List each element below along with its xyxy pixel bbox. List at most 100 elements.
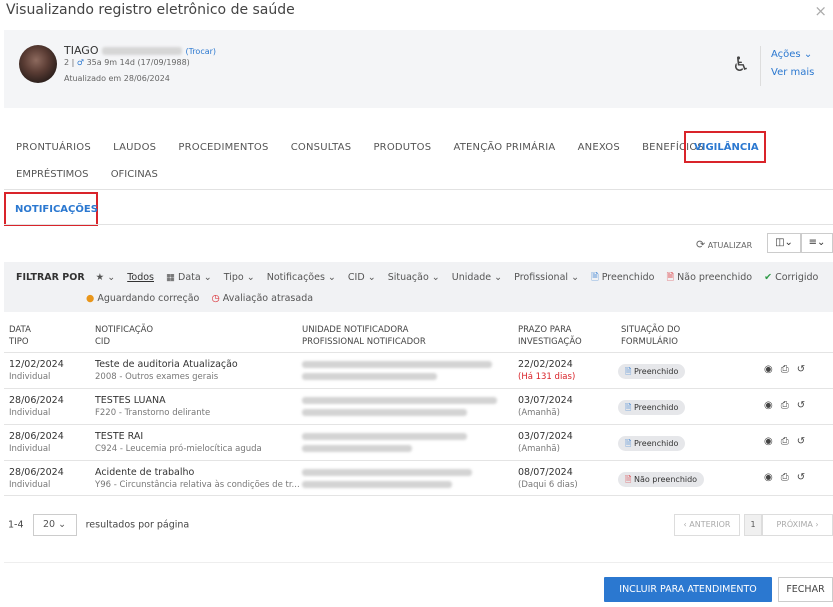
print-icon[interactable]: ⎙ xyxy=(781,436,797,447)
document-icon: 🗎 xyxy=(625,403,632,412)
view-toggle-button[interactable]: ◫⌄ xyxy=(767,233,801,253)
subtab-notificacoes[interactable]: NOTIFICAÇÕES xyxy=(15,204,98,215)
divider xyxy=(4,189,833,190)
next-page-button[interactable]: PRÓXIMA › xyxy=(762,514,833,536)
page-1-button[interactable]: 1 xyxy=(744,514,762,536)
header-notification: NOTIFICAÇÃO CID xyxy=(95,325,154,347)
redacted-unit xyxy=(302,361,492,368)
patient-updated: Atualizado em 28/06/2024 xyxy=(64,74,170,83)
header-date: DATA TIPO xyxy=(9,325,31,347)
list-menu-button[interactable]: ≡⌄ xyxy=(801,233,833,253)
patient-name: TIAGO (Trocar) xyxy=(64,44,217,57)
history-icon[interactable]: ↺ xyxy=(797,436,813,447)
table-row[interactable]: 28/06/2024 Individual TESTE RAI C924 - Leu… xyxy=(4,424,833,460)
filter-cid[interactable]: CID ⌄ xyxy=(348,272,376,283)
check-icon: ✔ xyxy=(764,272,773,283)
document-icon: 🗎 xyxy=(666,272,675,283)
main-tabs: PRONTUÁRIOS LAUDOS PROCEDIMENTOS CONSULT… xyxy=(16,142,723,153)
per-page-select[interactable]: 20 ⌄ xyxy=(32,514,77,536)
refresh-icon: ⟳ xyxy=(696,238,706,251)
redacted-surname xyxy=(102,47,183,55)
history-icon[interactable]: ↺ xyxy=(797,364,813,375)
document-icon: 🗎 xyxy=(625,367,632,376)
accessibility-icon: ♿ xyxy=(732,52,750,76)
header-unit: UNIDADE NOTIFICADORA PROFISSIONAL NOTIFIC… xyxy=(302,325,426,347)
tab-consultas[interactable]: CONSULTAS xyxy=(291,142,352,153)
table-row[interactable]: 28/06/2024 Individual TESTES LUANA F220 - … xyxy=(4,388,833,424)
filter-label: FILTRAR POR xyxy=(16,272,85,283)
filter-type[interactable]: Tipo ⌄ xyxy=(224,272,255,283)
redacted-professional xyxy=(302,481,452,488)
status-badge: 🗎 Preenchido xyxy=(618,436,686,451)
filter-unit[interactable]: Unidade ⌄ xyxy=(452,272,502,283)
document-icon: 🗎 xyxy=(625,475,632,484)
tab-prontuarios[interactable]: PRONTUÁRIOS xyxy=(16,142,91,153)
history-icon[interactable]: ↺ xyxy=(797,472,813,483)
filter-corrected[interactable]: ✔ Corrigido xyxy=(764,272,818,283)
eye-icon[interactable]: ◉ xyxy=(764,472,781,483)
document-icon: 🗎 xyxy=(591,272,599,283)
tab-oficinas[interactable]: OFICINAS xyxy=(111,169,158,180)
male-icon: ♂ xyxy=(76,58,85,67)
redacted-unit xyxy=(302,397,497,404)
refresh-button[interactable]: ⟳ ATUALIZAR xyxy=(696,238,752,251)
redacted-unit xyxy=(302,433,467,440)
redacted-professional xyxy=(302,373,437,380)
filter-filled[interactable]: 🗎 Preenchido xyxy=(591,272,654,283)
clock-icon: ◷ xyxy=(211,293,220,304)
print-icon[interactable]: ⎙ xyxy=(781,472,797,483)
see-more-link[interactable]: Ver mais xyxy=(771,67,814,78)
avatar xyxy=(19,45,57,83)
filter-bar: FILTRAR POR ★ ⌄ Todos ▦ Data ⌄ Tipo ⌄ No… xyxy=(4,262,833,312)
tab-produtos[interactable]: PRODUTOS xyxy=(373,142,431,153)
filter-all[interactable]: Todos xyxy=(127,272,154,283)
redacted-professional xyxy=(302,409,467,416)
close-button[interactable]: FECHAR xyxy=(778,577,833,602)
filter-date[interactable]: ▦ Data ⌄ xyxy=(166,272,212,283)
divider xyxy=(760,46,761,86)
eye-icon[interactable]: ◉ xyxy=(764,364,781,375)
eye-icon[interactable]: ◉ xyxy=(764,436,781,447)
favorite-filter[interactable]: ★ ⌄ xyxy=(96,272,116,283)
dialog-title: Visualizando registro eletrônico de saúd… xyxy=(6,2,295,18)
hourglass-icon: ● xyxy=(86,293,95,304)
filter-late[interactable]: ◷ Avaliação atrasada xyxy=(211,293,313,304)
actions-menu[interactable]: Ações ⌄ xyxy=(771,49,812,60)
tab-vigilancia[interactable]: VIGILÂNCIA xyxy=(694,142,759,153)
patient-card: TIAGO (Trocar) 2 | ♂ 35a 9m 14d (17/09/19… xyxy=(4,30,833,108)
status-badge: 🗎 Preenchido xyxy=(618,364,686,379)
redacted-unit xyxy=(302,469,472,476)
tab-emprestimos[interactable]: EMPRÉSTIMOS xyxy=(16,169,89,180)
header-status: SITUAÇÃO DO FORMULÁRIO xyxy=(621,325,681,347)
filter-notifications[interactable]: Notificações ⌄ xyxy=(267,272,336,283)
filter-not-filled[interactable]: 🗎 Não preenchido xyxy=(666,272,752,283)
history-icon[interactable]: ↺ xyxy=(797,400,813,411)
eye-icon[interactable]: ◉ xyxy=(764,400,781,411)
table-row[interactable]: 12/02/2024 Individual Teste de auditoria … xyxy=(4,352,833,388)
tab-anexos[interactable]: ANEXOS xyxy=(578,142,620,153)
table-row[interactable]: 28/06/2024 Individual Acidente de trabalh… xyxy=(4,460,833,496)
divider xyxy=(4,562,833,563)
filter-professional[interactable]: Profissional ⌄ xyxy=(514,272,579,283)
filter-awaiting[interactable]: ● Aguardando correção xyxy=(86,293,199,304)
tab-laudos[interactable]: LAUDOS xyxy=(113,142,156,153)
change-patient-link[interactable]: (Trocar) xyxy=(185,47,216,56)
header-deadline: PRAZO PARA INVESTIGAÇÃO xyxy=(518,325,582,347)
patient-info: 2 | ♂ 35a 9m 14d (17/09/1988) xyxy=(64,58,190,67)
pagination-info: 1-4 20 ⌄ resultados por página xyxy=(8,514,189,536)
status-badge: 🗎 Não preenchido xyxy=(618,472,705,487)
print-icon[interactable]: ⎙ xyxy=(781,400,797,411)
filter-status[interactable]: Situação ⌄ xyxy=(388,272,440,283)
prev-page-button[interactable]: ‹ ANTERIOR xyxy=(674,514,740,536)
calendar-icon: ▦ xyxy=(166,272,176,283)
divider xyxy=(4,224,833,225)
main-tabs-row2: EMPRÉSTIMOS OFICINAS xyxy=(16,169,177,180)
document-icon: 🗎 xyxy=(625,439,632,448)
redacted-professional xyxy=(302,445,412,452)
notifications-table: 12/02/2024 Individual Teste de auditoria … xyxy=(4,352,833,496)
close-icon[interactable]: × xyxy=(814,2,827,20)
print-icon[interactable]: ⎙ xyxy=(781,364,797,375)
tab-procedimentos[interactable]: PROCEDIMENTOS xyxy=(178,142,268,153)
include-for-care-button[interactable]: INCLUIR PARA ATENDIMENTO xyxy=(604,577,772,602)
tab-atencao-primaria[interactable]: ATENÇÃO PRIMÁRIA xyxy=(453,142,555,153)
